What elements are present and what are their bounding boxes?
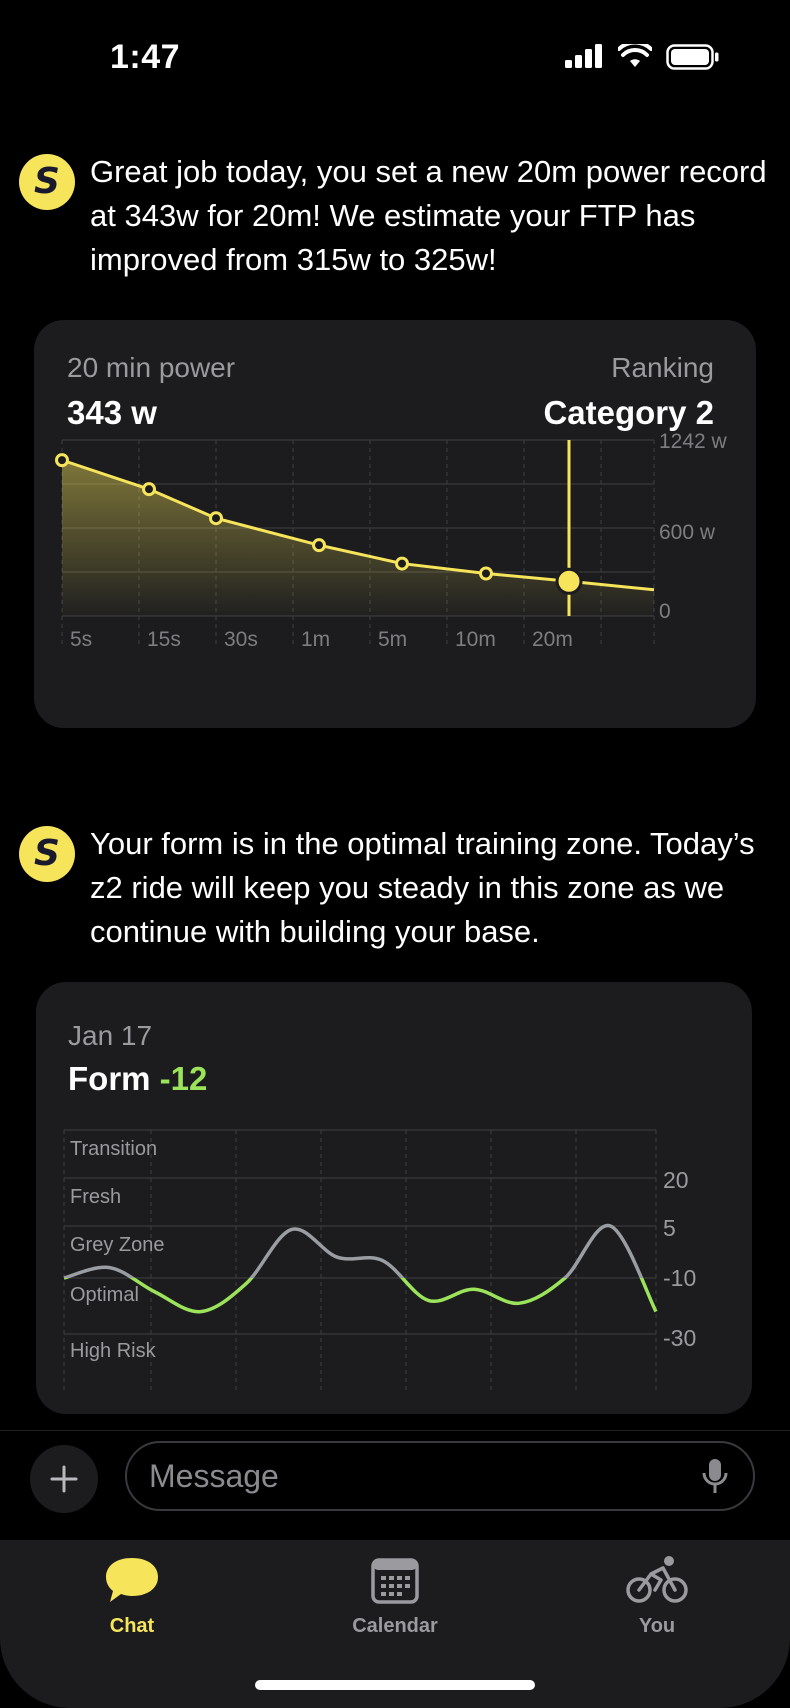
power-curve-chart[interactable]: 5s 15s 30s 1m 5m 10m 20m 1242 w 600 w 0 (34, 320, 756, 728)
y-tick-label: 1242 w (659, 430, 728, 453)
tab-you[interactable]: You (567, 1554, 747, 1638)
zone-label: Fresh (70, 1186, 121, 1208)
message-text: Your form is in the optimal training zon… (90, 826, 755, 949)
y-tick-label: 0 (659, 600, 671, 623)
x-tick-label: 1m (301, 628, 330, 651)
tab-chat[interactable]: Chat (42, 1554, 222, 1638)
coach-avatar-letter: S (34, 832, 60, 874)
tab-calendar-label: Calendar (352, 1615, 438, 1637)
x-tick-label: 15s (147, 628, 181, 651)
calendar-icon (371, 1558, 419, 1604)
zone-label: High Risk (70, 1340, 157, 1362)
data-point[interactable] (312, 538, 326, 553)
coach-avatar: S (19, 826, 75, 882)
status-bar: 1:47 (0, 0, 790, 110)
zone-label: Transition (70, 1138, 157, 1160)
data-point[interactable] (395, 556, 409, 571)
x-tick-label: 30s (224, 628, 258, 651)
message-text: Great job today, you set a new 20m power… (90, 154, 767, 277)
add-attachment-button[interactable] (30, 1445, 98, 1513)
data-point[interactable] (479, 566, 493, 581)
x-tick-label: 10m (455, 628, 496, 651)
battery-icon (666, 44, 719, 70)
x-tick-label: 20m (532, 628, 573, 651)
data-point[interactable] (209, 511, 223, 526)
coach-avatar-letter: S (34, 160, 60, 202)
x-tick-label: 5m (378, 628, 407, 651)
y-tick-label: 5 (663, 1215, 676, 1241)
data-point[interactable] (55, 453, 69, 468)
power-curve-card[interactable]: 20 min power 343 w Ranking Category 2 5s… (34, 320, 756, 728)
x-tick-label: 5s (70, 628, 92, 651)
chat-bubble-icon (106, 1558, 158, 1602)
tab-you-label: You (638, 1615, 676, 1637)
selected-data-point[interactable] (555, 567, 583, 595)
tab-chat-label: Chat (109, 1615, 155, 1637)
phone-screen: 1:47 S Great job today, you set a new 20… (0, 0, 790, 1708)
signal-icon (565, 44, 602, 68)
form-chart[interactable]: Transition Fresh Grey Zone Optimal High Risk… (36, 982, 752, 1414)
coach-avatar: S (19, 154, 75, 210)
home-indicator (255, 1680, 535, 1690)
form-card[interactable]: Jan 17 Form -12 Transition Fresh Grey Zone… (36, 982, 752, 1414)
composer-bar (0, 1430, 790, 1540)
y-tick-label: -10 (663, 1265, 696, 1291)
zone-label: Optimal (70, 1284, 139, 1306)
y-tick-label: 600 w (659, 521, 716, 544)
cyclist-icon (626, 1556, 688, 1603)
plus-icon (50, 1465, 78, 1493)
y-tick-label: 20 (663, 1167, 689, 1193)
zone-label: Grey Zone (70, 1234, 164, 1256)
wifi-icon (618, 44, 652, 67)
data-point[interactable] (142, 482, 156, 497)
status-time: 1:47 (110, 38, 181, 76)
y-tick-label: -30 (663, 1325, 696, 1351)
message-input[interactable] (125, 1441, 755, 1511)
microphone-icon[interactable] (700, 1457, 730, 1497)
tab-calendar[interactable]: Calendar (305, 1554, 485, 1638)
